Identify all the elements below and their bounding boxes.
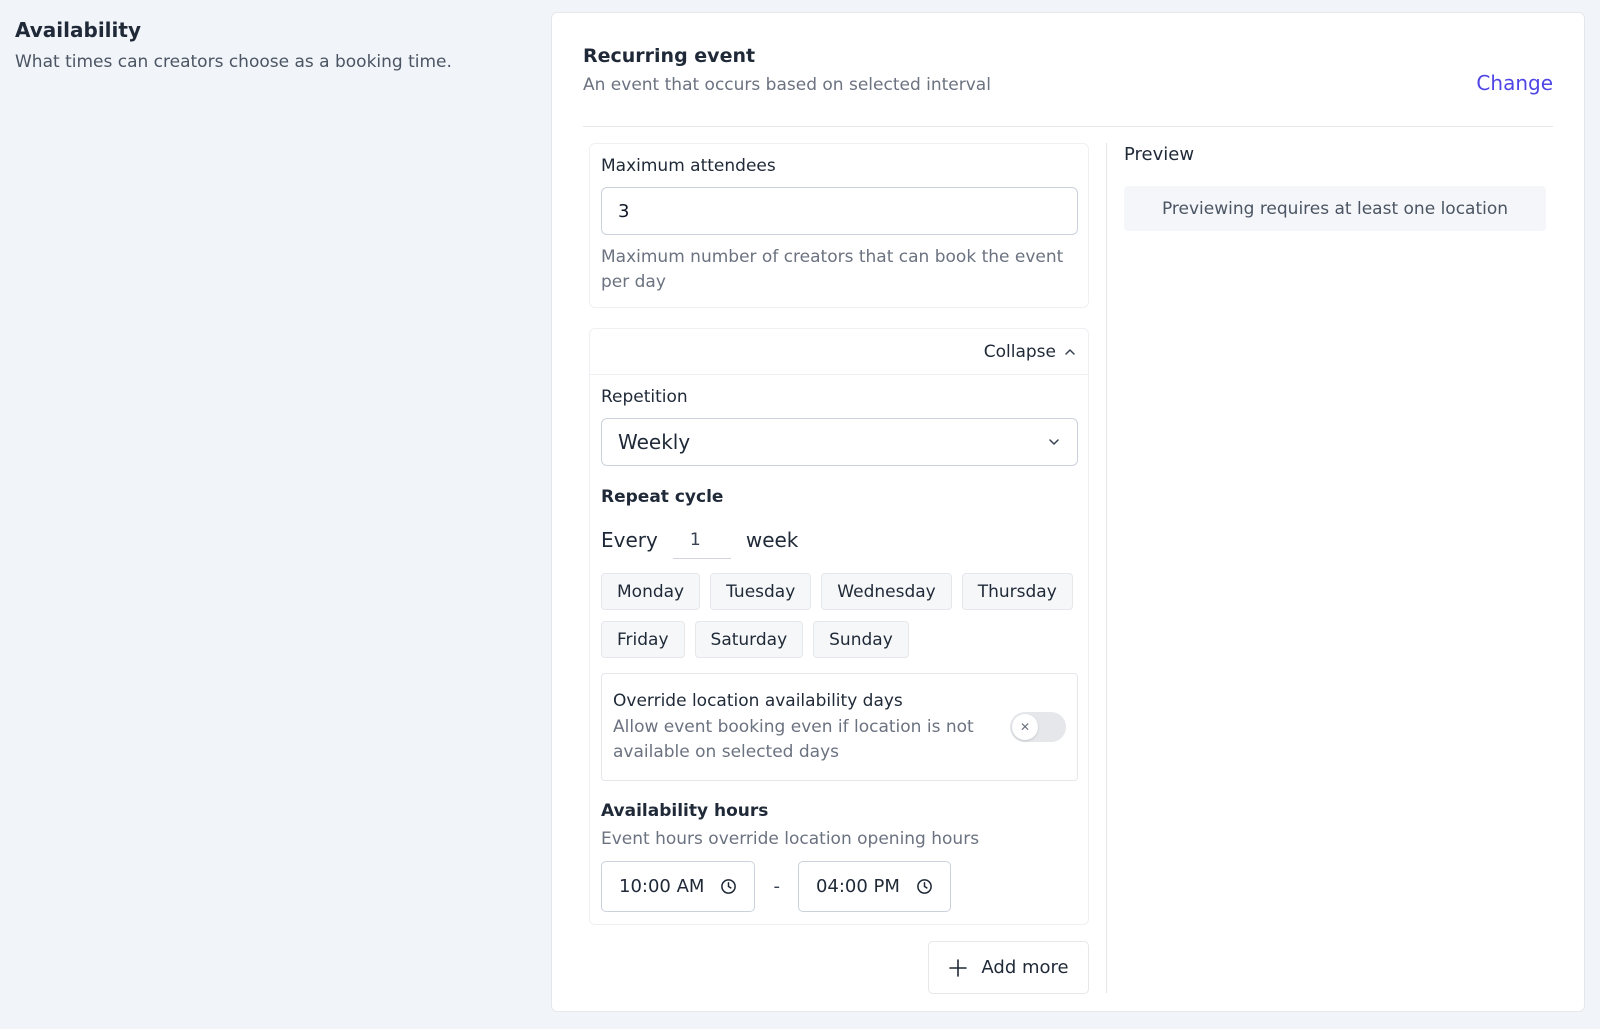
start-time-value: 10:00 AM [619, 876, 705, 897]
event-type-title: Recurring event [583, 45, 756, 67]
preview-message: Previewing requires at least one locatio… [1161, 198, 1509, 219]
override-subtitle: Allow event booking even if location is … [613, 717, 974, 762]
start-time-input[interactable]: 10:00 AM [601, 861, 756, 912]
max-attendees-label: Maximum attendees [601, 156, 776, 176]
collapse-button[interactable]: Collapse [590, 329, 1088, 375]
clock-icon [917, 879, 932, 894]
availability-section-header: Availability What times can creators cho… [15, 17, 452, 74]
override-toggle[interactable]: ✕ [1010, 712, 1066, 742]
section-subtitle: What times can creators choose as a book… [15, 52, 452, 72]
preview-message-box: Previewing requires at least one locatio… [1124, 186, 1546, 231]
settings-column: Maximum attendees 3 Maximum number of cr… [589, 143, 1089, 994]
preview-title: Preview [1124, 144, 1195, 165]
day-tuesday-button[interactable]: Tuesday [710, 573, 812, 610]
repeat-cycle-row: Every 1 week [601, 521, 1078, 559]
repetition-selected-value: Weekly [618, 430, 691, 454]
override-availability-box: Override location availability days Allo… [601, 673, 1078, 781]
day-sunday-button[interactable]: Sunday [813, 621, 909, 658]
event-card: Recurring event An event that occurs bas… [551, 12, 1585, 1012]
repeat-unit-label: week [745, 528, 799, 552]
add-more-button[interactable]: Add more [928, 941, 1089, 994]
repeat-cycle-label: Repeat cycle [601, 487, 724, 507]
repetition-label: Repetition [601, 387, 688, 407]
repeat-every-label: Every [601, 528, 658, 552]
max-attendees-input[interactable]: 3 [601, 187, 1078, 235]
collapse-label: Collapse [983, 341, 1056, 362]
recurrence-panel: Collapse Repetition Weekly Repeat cycle … [589, 328, 1089, 925]
availability-hours-subtitle: Event hours override location opening ho… [601, 829, 980, 849]
event-type-subtitle: An event that occurs based on selected i… [583, 75, 991, 95]
change-link[interactable]: Change [1476, 70, 1553, 96]
day-saturday-button[interactable]: Saturday [694, 621, 804, 658]
toggle-off-x-icon: ✕ [1012, 714, 1038, 740]
add-more-label: Add more [981, 957, 1069, 978]
attendees-panel: Maximum attendees 3 Maximum number of cr… [589, 143, 1089, 308]
time-separator: - [773, 876, 780, 897]
column-divider [1106, 143, 1107, 993]
day-friday-button[interactable]: Friday [601, 621, 685, 658]
section-title: Availability [15, 18, 141, 42]
day-thursday-button[interactable]: Thursday [961, 573, 1073, 610]
preview-column: Preview Previewing requires at least one… [1124, 143, 1546, 231]
override-title: Override location availability days [613, 691, 903, 711]
event-card-header: Recurring event An event that occurs bas… [583, 43, 1553, 127]
end-time-input[interactable]: 04:00 PM [797, 861, 951, 912]
availability-hours-label: Availability hours [601, 801, 769, 821]
time-range-row: 10:00 AM - 04:00 PM [601, 861, 1078, 912]
plus-icon [949, 958, 968, 977]
repetition-select[interactable]: Weekly [601, 418, 1078, 466]
end-time-value: 04:00 PM [815, 876, 900, 897]
chevron-down-icon [1049, 439, 1059, 445]
repeat-interval-input[interactable]: 1 [672, 521, 731, 559]
day-monday-button[interactable]: Monday [601, 573, 701, 610]
weekday-selector: Monday Tuesday Wednesday Thursday Friday… [601, 573, 1081, 658]
clock-icon [721, 879, 737, 894]
chevron-up-icon [1065, 348, 1075, 355]
day-wednesday-button[interactable]: Wednesday [821, 573, 952, 610]
max-attendees-help: Maximum number of creators that can book… [601, 247, 1064, 292]
